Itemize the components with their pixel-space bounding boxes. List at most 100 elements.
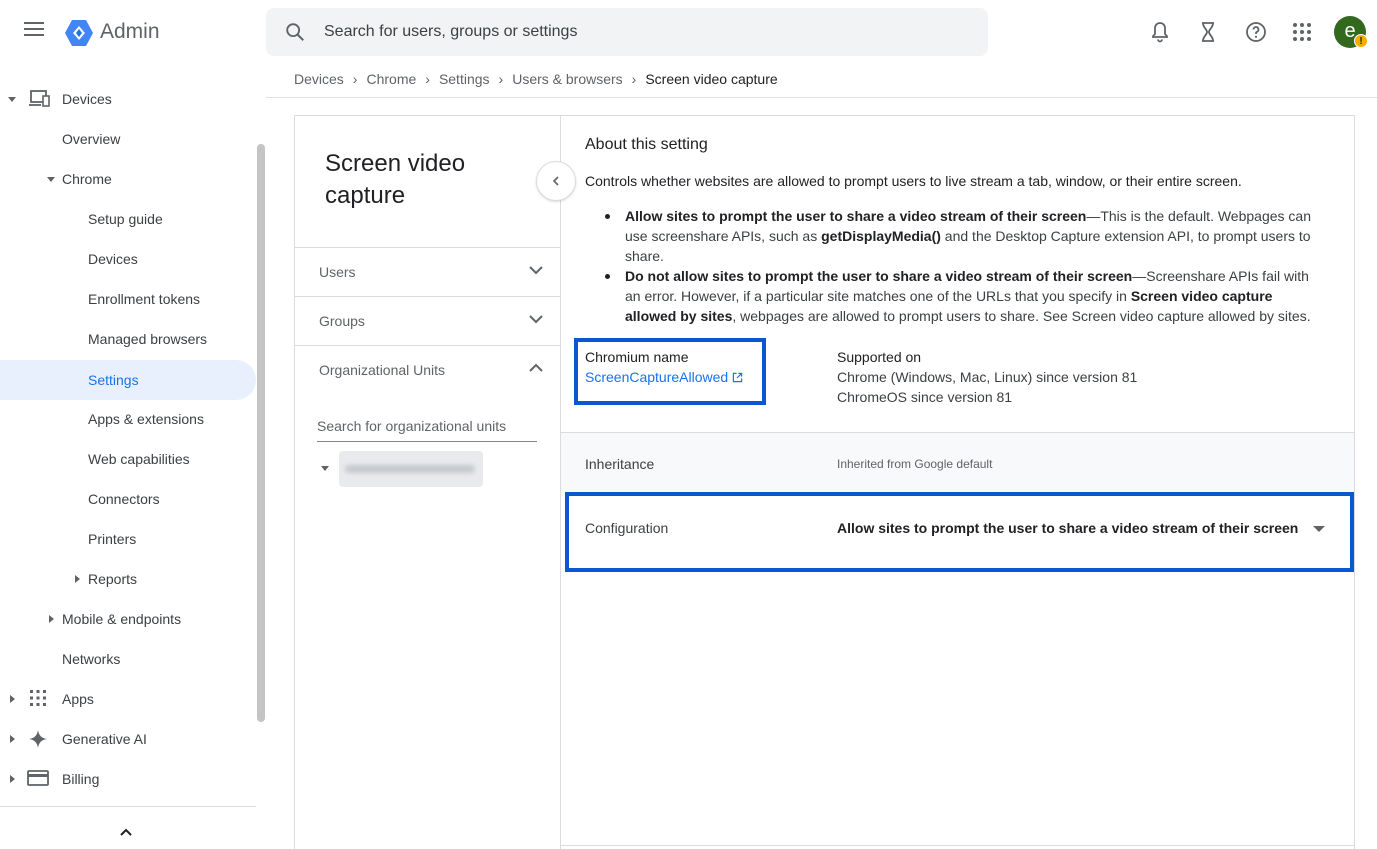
sidebar: Devices Overview Chrome Setup guide Devi… bbox=[0, 64, 266, 849]
sidebar-item-label: Setup guide bbox=[88, 211, 163, 227]
hourglass-icon[interactable] bbox=[1196, 20, 1220, 44]
inheritance-row: Inheritance Inherited from Google defaul… bbox=[561, 432, 1354, 492]
sidebar-item-label: Generative AI bbox=[62, 731, 147, 747]
sidebar-item-managed-browsers[interactable]: Managed browsers bbox=[0, 319, 256, 359]
groups-section[interactable]: Groups bbox=[295, 296, 560, 345]
divider bbox=[0, 806, 256, 807]
sidebar-item-label: Enrollment tokens bbox=[88, 291, 201, 307]
breadcrumb-devices[interactable]: Devices bbox=[294, 71, 344, 87]
divider bbox=[266, 97, 1377, 98]
sidebar-item-chrome-devices[interactable]: Devices bbox=[0, 239, 256, 279]
sparkle-icon bbox=[29, 730, 47, 748]
chevron-right-icon: › bbox=[498, 71, 504, 87]
sidebar-item-label: Devices bbox=[62, 91, 112, 107]
sidebar-item-label: Web capabilities bbox=[88, 451, 190, 467]
dropdown-arrow-icon[interactable] bbox=[1313, 526, 1325, 532]
chevron-up-icon[interactable] bbox=[116, 824, 136, 840]
chevron-down-icon bbox=[529, 266, 543, 275]
inheritance-label: Inheritance bbox=[585, 456, 655, 472]
breadcrumb-chrome[interactable]: Chrome bbox=[366, 71, 416, 87]
redacted-text bbox=[345, 465, 475, 473]
devices-icon bbox=[29, 90, 50, 107]
sidebar-item-enrollment-tokens[interactable]: Enrollment tokens bbox=[0, 279, 256, 319]
org-units-label: Organizational Units bbox=[319, 362, 446, 378]
breadcrumb-current: Screen video capture bbox=[645, 71, 778, 87]
breadcrumb-settings[interactable]: Settings bbox=[439, 71, 490, 87]
caret-right-icon bbox=[10, 695, 15, 703]
options-list: Allow sites to prompt the user to share … bbox=[601, 206, 1313, 326]
sidebar-item-label: Networks bbox=[62, 651, 121, 667]
divider bbox=[561, 845, 1354, 846]
sidebar-item-label: Managed browsers bbox=[88, 331, 208, 347]
warning-badge: ! bbox=[1354, 34, 1368, 48]
sidebar-item-label: Overview bbox=[62, 131, 121, 147]
caret-down-icon bbox=[8, 97, 16, 102]
app-title[interactable]: Admin bbox=[100, 20, 160, 44]
supported-on-label: Supported on bbox=[837, 349, 922, 365]
org-unit-root[interactable] bbox=[339, 451, 483, 487]
sidebar-item-label: Devices bbox=[88, 251, 138, 267]
about-description: Controls whether websites are allowed to… bbox=[585, 173, 1242, 189]
sidebar-item-billing[interactable]: Billing bbox=[0, 759, 256, 799]
sidebar-item-generative-ai[interactable]: Generative AI bbox=[0, 719, 256, 759]
bell-icon[interactable] bbox=[1148, 20, 1172, 44]
setting-details-panel: About this setting Controls whether webs… bbox=[561, 115, 1355, 849]
sidebar-item-reports[interactable]: Reports bbox=[0, 559, 256, 599]
chromium-link-text: ScreenCaptureAllowed bbox=[585, 369, 729, 385]
top-bar: Admin Search for users, groups or settin… bbox=[0, 0, 1377, 64]
chromium-name-link[interactable]: ScreenCaptureAllowed bbox=[585, 369, 743, 385]
sidebar-item-label: Printers bbox=[88, 531, 137, 547]
users-section[interactable]: Users bbox=[295, 247, 560, 296]
sidebar-item-web-capabilities[interactable]: Web capabilities bbox=[0, 439, 256, 479]
option-title: Do not allow sites to prompt the user to… bbox=[625, 268, 1133, 284]
sidebar-item-apps-extensions[interactable]: Apps & extensions bbox=[0, 399, 256, 439]
sidebar-item-printers[interactable]: Printers bbox=[0, 519, 256, 559]
help-icon[interactable] bbox=[1244, 20, 1268, 44]
sidebar-item-devices[interactable]: Devices bbox=[0, 79, 256, 119]
groups-label: Groups bbox=[319, 313, 365, 329]
admin-logo-icon[interactable] bbox=[64, 18, 94, 48]
list-item: Do not allow sites to prompt the user to… bbox=[601, 266, 1313, 326]
search-bar[interactable]: Search for users, groups or settings bbox=[266, 8, 988, 56]
open-in-new-icon bbox=[732, 372, 743, 383]
sidebar-item-apps[interactable]: Apps bbox=[0, 679, 256, 719]
apps-grid-icon[interactable] bbox=[1290, 20, 1314, 44]
option-text: , webpages are allowed to prompt users t… bbox=[732, 308, 1311, 324]
chevron-down-icon bbox=[529, 315, 543, 324]
api-name: getDisplayMedia() bbox=[821, 228, 941, 244]
page-title: Screen video capture bbox=[325, 150, 466, 209]
supported-platform: Chrome (Windows, Mac, Linux) since versi… bbox=[837, 369, 1138, 385]
chevron-up-icon bbox=[529, 363, 543, 372]
sidebar-item-label: Apps & extensions bbox=[88, 411, 204, 427]
caret-down-icon[interactable] bbox=[321, 466, 329, 471]
chevron-right-icon: › bbox=[631, 71, 637, 87]
search-input[interactable]: Search for users, groups or settings bbox=[324, 23, 577, 41]
sidebar-item-chrome[interactable]: Chrome bbox=[0, 159, 256, 199]
org-units-section[interactable]: Organizational Units bbox=[295, 345, 560, 394]
inheritance-value: Inherited from Google default bbox=[837, 457, 993, 471]
sidebar-item-overview[interactable]: Overview bbox=[0, 119, 256, 159]
sidebar-item-connectors[interactable]: Connectors bbox=[0, 479, 256, 519]
configuration-select[interactable]: Allow sites to prompt the user to share … bbox=[837, 520, 1298, 536]
credit-card-icon bbox=[27, 770, 49, 786]
chevron-right-icon: › bbox=[425, 71, 430, 87]
apps-grid-icon bbox=[30, 690, 46, 706]
menu-icon[interactable] bbox=[24, 22, 46, 42]
list-item: Allow sites to prompt the user to share … bbox=[601, 206, 1313, 266]
sidebar-scrollbar[interactable] bbox=[257, 144, 265, 722]
breadcrumb-users-browsers[interactable]: Users & browsers bbox=[512, 71, 622, 87]
about-title: About this setting bbox=[585, 136, 708, 153]
sidebar-item-label: Chrome bbox=[62, 171, 112, 187]
sidebar-item-mobile-endpoints[interactable]: Mobile & endpoints bbox=[0, 599, 256, 639]
org-unit-search-input[interactable]: Search for organizational units bbox=[317, 418, 537, 442]
configuration-label: Configuration bbox=[585, 520, 669, 536]
org-unit-search-placeholder: Search for organizational units bbox=[317, 418, 507, 434]
sidebar-item-label: Settings bbox=[88, 372, 139, 388]
breadcrumb: Devices › Chrome › Settings › Users & browsers… bbox=[294, 71, 778, 87]
sidebar-item-settings[interactable]: Settings bbox=[0, 360, 256, 400]
sidebar-item-label: Connectors bbox=[88, 491, 160, 507]
supported-platform: ChromeOS since version 81 bbox=[837, 389, 1013, 405]
caret-down-icon bbox=[47, 177, 55, 182]
sidebar-item-setup-guide[interactable]: Setup guide bbox=[0, 199, 256, 239]
sidebar-item-networks[interactable]: Networks bbox=[0, 639, 256, 679]
